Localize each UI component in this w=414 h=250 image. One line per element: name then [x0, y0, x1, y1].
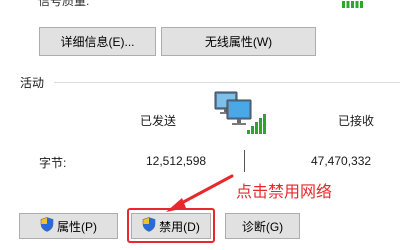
received-label: 已接收 — [338, 114, 375, 128]
activity-divider — [54, 82, 400, 83]
wireless-properties-button[interactable]: 无线属性(W) — [161, 27, 316, 56]
network-computers-icon — [213, 90, 271, 141]
bytes-label: 字节: — [39, 156, 67, 170]
details-button-label: 详细信息(E)... — [60, 35, 135, 49]
annotation-text: 点击禁用网络 — [236, 184, 333, 201]
diagnose-button-label: 诊断(G) — [241, 219, 284, 234]
sent-label: 已发送 — [140, 114, 177, 128]
activity-section-label: 活动 — [20, 76, 45, 90]
bytes-received-value: 47,470,332 — [311, 154, 372, 168]
signal-strength-icon — [342, 0, 364, 13]
properties-button[interactable]: 属性(P) — [19, 213, 118, 239]
bytes-sent-value: 12,512,598 — [146, 154, 207, 168]
activity-center-divider — [244, 150, 245, 172]
properties-button-label: 属性(P) — [57, 219, 97, 234]
signal-quality-label: 信号质量: — [38, 0, 90, 8]
uac-shield-icon — [40, 217, 54, 235]
details-button[interactable]: 详细信息(E)... — [39, 27, 156, 56]
disable-button-highlight — [127, 208, 215, 243]
wireless-properties-button-label: 无线属性(W) — [204, 35, 273, 49]
diagnose-button[interactable]: 诊断(G) — [225, 213, 300, 239]
